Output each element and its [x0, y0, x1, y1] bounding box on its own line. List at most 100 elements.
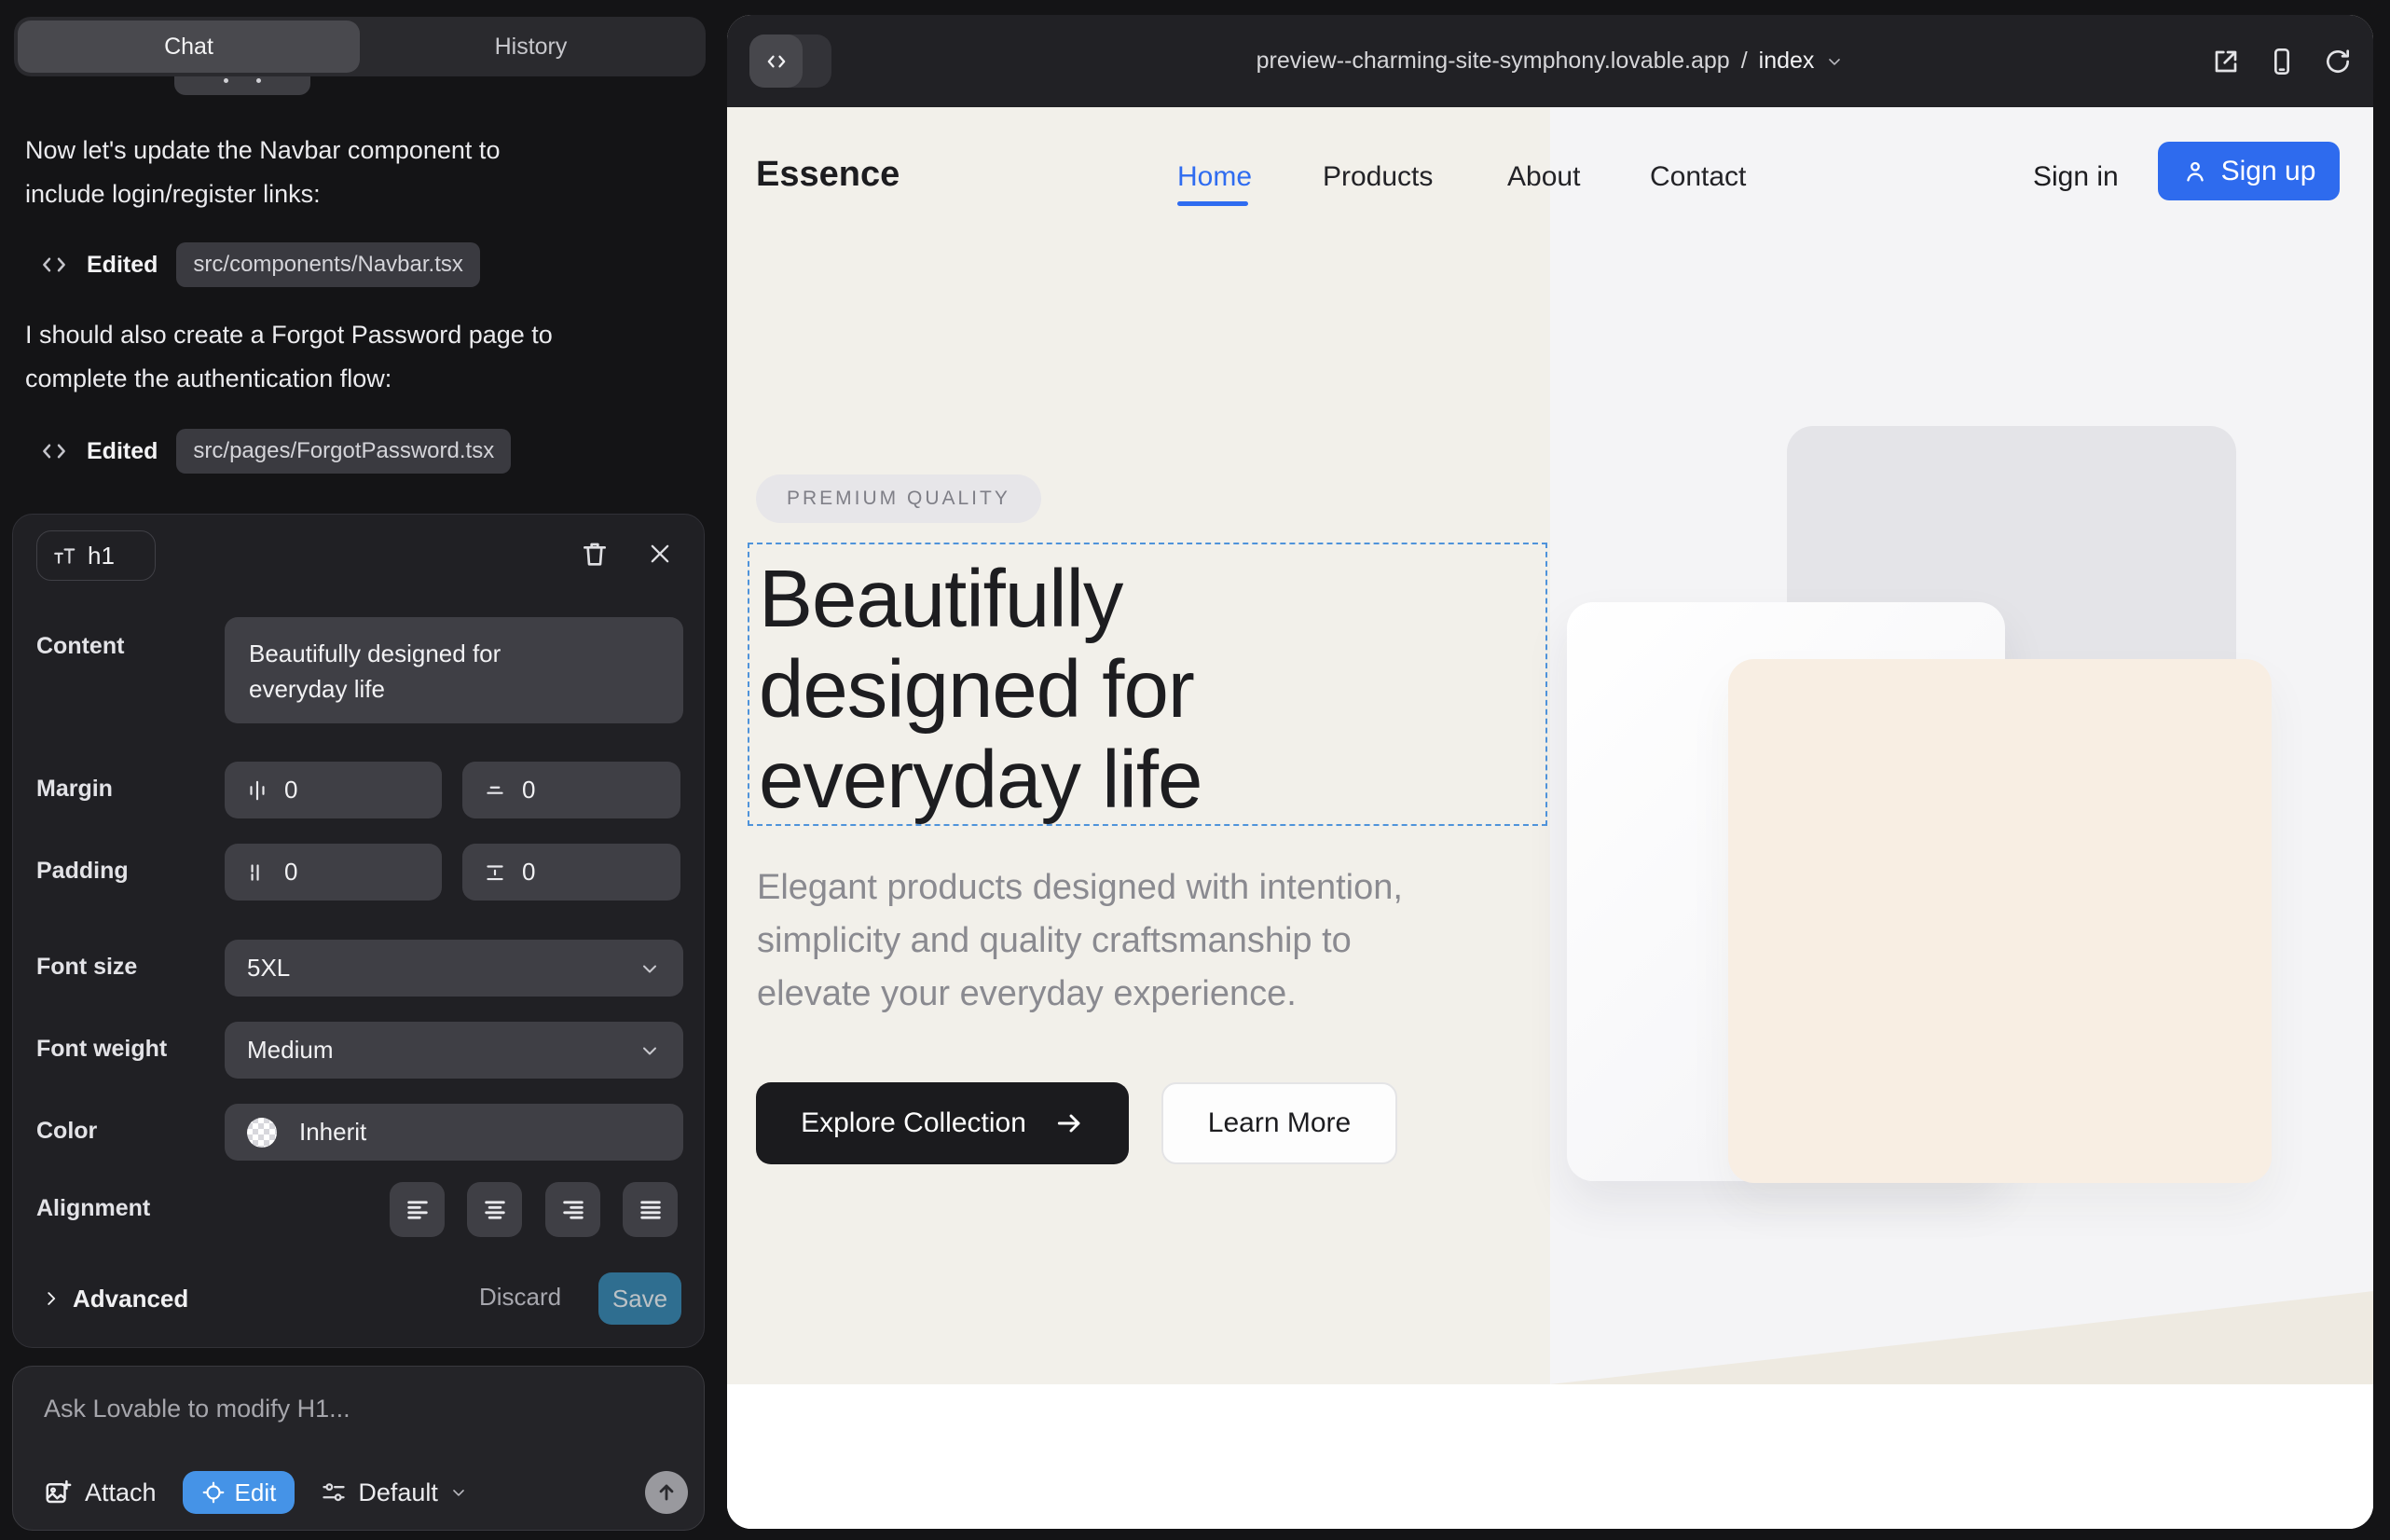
explore-collection-button[interactable]: Explore Collection [756, 1082, 1129, 1164]
url-bar[interactable]: preview--charming-site-symphony.lovable.… [727, 15, 2373, 107]
edited-label: Edited [87, 438, 158, 465]
padding-label: Padding [36, 858, 129, 885]
discard-button[interactable]: Discard [479, 1283, 561, 1312]
chevron-down-icon [639, 957, 661, 980]
align-justify-button[interactable] [623, 1182, 678, 1237]
url-page: index [1759, 48, 1815, 75]
chat-history-tabs: Chat History [14, 17, 706, 76]
code-icon [40, 437, 68, 465]
sign-up-label: Sign up [2221, 156, 2316, 187]
chat-input-box[interactable]: Ask Lovable to modify H1... Attach Edit … [12, 1366, 705, 1531]
color-label: Color [36, 1118, 97, 1145]
alignment-label: Alignment [36, 1195, 150, 1222]
open-external-icon[interactable] [2211, 47, 2241, 76]
file-chip[interactable]: src/components/Navbar.tsx [176, 242, 479, 287]
font-size-label: Font size [36, 954, 137, 981]
padding-y-input[interactable]: 0 [462, 844, 680, 901]
nav-link-about[interactable]: About [1507, 161, 1580, 193]
content-line: Beautifully designed for [249, 636, 659, 671]
hero-description: Elegant products designed with intention… [757, 861, 1403, 1021]
attach-button[interactable]: Attach [44, 1478, 157, 1507]
nav-link-contact[interactable]: Contact [1650, 161, 1746, 193]
font-size-value: 5XL [247, 954, 290, 983]
padding-x-value: 0 [284, 858, 297, 887]
code-icon [40, 251, 68, 279]
site-canvas: Essence Home Products About Contact Sign… [727, 107, 2373, 1529]
file-chip[interactable]: src/pages/ForgotPassword.tsx [176, 429, 511, 474]
selected-element-tag: h1 [36, 530, 156, 581]
align-center-button[interactable] [467, 1182, 522, 1237]
align-right-button[interactable] [545, 1182, 600, 1237]
sliders-icon [321, 1479, 347, 1506]
edit-label: Edit [235, 1478, 277, 1507]
advanced-toggle[interactable]: Advanced [41, 1282, 188, 1315]
edited-file-row: Edited src/pages/ForgotPassword.tsx [40, 427, 511, 475]
font-weight-value: Medium [247, 1036, 333, 1065]
sign-in-link[interactable]: Sign in [2033, 161, 2119, 193]
active-nav-underline [1177, 201, 1248, 206]
typography-icon [52, 543, 76, 568]
message-line: include login/register links: [25, 172, 689, 216]
font-size-select[interactable]: 5XL [225, 940, 683, 997]
color-value: Inherit [299, 1118, 366, 1147]
padding-vertical-icon [483, 860, 507, 885]
tab-history[interactable]: History [360, 21, 702, 73]
sign-up-button[interactable]: Sign up [2158, 142, 2340, 200]
chevron-down-icon [639, 1039, 661, 1062]
heading-line: designed for [759, 644, 1202, 735]
cta-secondary-label: Learn More [1208, 1107, 1351, 1139]
tag-name: h1 [88, 542, 115, 571]
description-line: Elegant products designed with intention… [757, 861, 1403, 914]
send-button[interactable] [645, 1471, 688, 1514]
element-editor-panel: h1 Content Beautifully designed for ever… [12, 514, 705, 1348]
font-weight-select[interactable]: Medium [225, 1022, 683, 1079]
content-input[interactable]: Beautifully designed for everyday life [225, 617, 683, 723]
message-line: Now let's update the Navbar component to [25, 129, 689, 172]
margin-label: Margin [36, 776, 113, 803]
heading-line: everyday life [759, 735, 1202, 825]
decorative-cream-card [1728, 659, 2272, 1183]
assistant-message: Now let's update the Navbar component to… [25, 129, 689, 216]
advanced-label: Advanced [73, 1285, 188, 1313]
site-logo[interactable]: Essence [756, 155, 900, 195]
padding-x-input[interactable]: 0 [225, 844, 442, 901]
edited-label: Edited [87, 252, 158, 279]
hero-heading[interactable]: Beautifully designed for everyday life [759, 554, 1202, 825]
tab-chat[interactable]: Chat [18, 21, 360, 73]
nav-link-home[interactable]: Home [1177, 161, 1252, 193]
save-button[interactable]: Save [598, 1272, 681, 1325]
url-separator: / [1741, 48, 1748, 75]
url-host: preview--charming-site-symphony.lovable.… [1257, 48, 1730, 75]
margin-x-value: 0 [284, 776, 297, 804]
color-select[interactable]: Inherit [225, 1104, 683, 1161]
edit-mode-button[interactable]: Edit [183, 1471, 295, 1514]
chevron-right-icon [41, 1288, 62, 1309]
content-label: Content [36, 633, 124, 660]
margin-x-input[interactable]: 0 [225, 762, 442, 818]
lovable-workspace: Chat History Now let's update the Navbar… [0, 0, 2390, 1540]
refresh-icon[interactable] [2323, 47, 2353, 76]
user-icon [2182, 158, 2208, 185]
mode-value: Default [358, 1478, 438, 1507]
mode-select[interactable]: Default [321, 1478, 468, 1507]
padding-horizontal-icon [245, 860, 269, 885]
align-left-button[interactable] [390, 1182, 445, 1237]
close-panel-button[interactable] [647, 541, 673, 567]
color-swatch [247, 1118, 277, 1148]
cta-primary-label: Explore Collection [801, 1107, 1026, 1139]
delete-element-button[interactable] [580, 539, 610, 569]
margin-vertical-icon [483, 778, 507, 803]
nav-link-products[interactable]: Products [1323, 161, 1433, 193]
clipped-chip [174, 76, 310, 95]
description-line: simplicity and quality craftsmanship to [757, 914, 1403, 968]
margin-y-value: 0 [522, 776, 535, 804]
padding-y-value: 0 [522, 858, 535, 887]
font-weight-label: Font weight [36, 1036, 167, 1063]
chevron-down-icon [449, 1483, 468, 1502]
target-icon [201, 1480, 226, 1505]
mobile-view-icon[interactable] [2267, 47, 2297, 76]
learn-more-button[interactable]: Learn More [1161, 1082, 1397, 1164]
margin-y-input[interactable]: 0 [462, 762, 680, 818]
prompt-toolbar: Attach Edit Default [44, 1471, 468, 1514]
margin-horizontal-icon [245, 778, 269, 803]
